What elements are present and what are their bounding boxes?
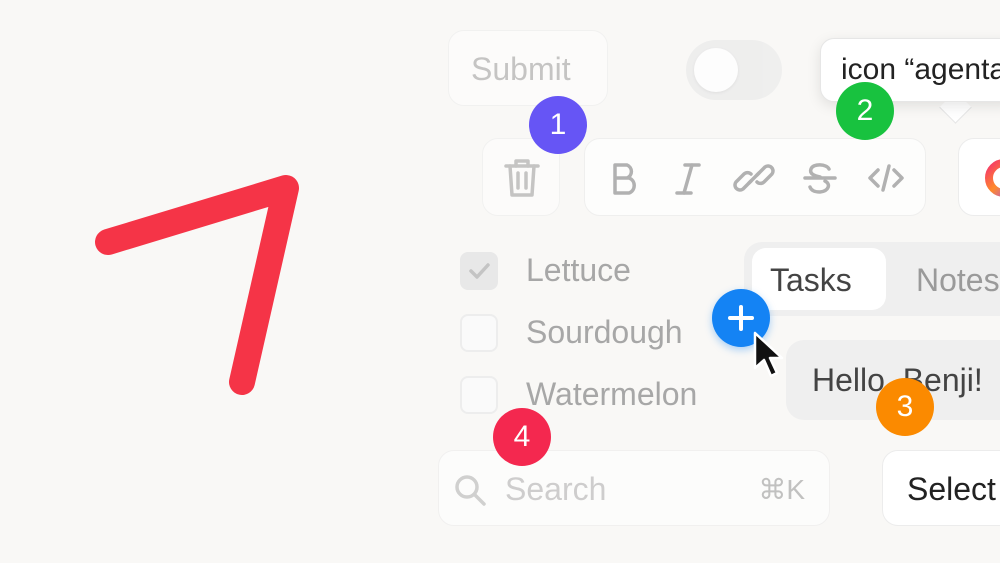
checklist-label: Sourdough <box>526 314 683 350</box>
check-icon <box>469 263 490 279</box>
checkbox[interactable] <box>460 376 498 414</box>
agent-logo-mark <box>95 175 299 395</box>
code-icon[interactable] <box>865 157 907 199</box>
step-badge-2: 2 <box>836 82 894 140</box>
strikethrough-icon[interactable] <box>799 157 841 199</box>
select-dropdown[interactable]: Select <box>882 450 1000 526</box>
checkbox-checked[interactable] <box>460 252 498 290</box>
toggle-switch[interactable] <box>686 40 782 100</box>
toggle-knob <box>694 48 738 92</box>
tab-notes-label: Notes <box>916 262 1000 298</box>
app-icon-button[interactable] <box>958 138 1000 216</box>
keyboard-shortcut: ⌘K <box>758 474 805 505</box>
tab-bar: Tasks Notes <box>744 242 1000 316</box>
select-value: Select <box>907 471 996 507</box>
checklist-label: Watermelon <box>526 376 698 412</box>
submit-button[interactable]: Submit <box>448 30 608 106</box>
search-input[interactable]: Search ⌘K <box>438 450 830 526</box>
checkbox[interactable] <box>460 314 498 352</box>
link-icon[interactable] <box>733 157 775 199</box>
tab-tasks[interactable]: Tasks <box>752 248 886 310</box>
search-icon <box>455 475 486 506</box>
checklist-label: Lettuce <box>526 252 631 288</box>
trash-icon <box>504 159 540 197</box>
step-badge-3: 3 <box>876 378 934 436</box>
step-badge-4: 4 <box>493 408 551 466</box>
step-badge-1: 1 <box>529 96 587 154</box>
submit-button-label: Submit <box>471 51 571 87</box>
bold-icon[interactable] <box>603 157 645 199</box>
gradient-ring-app-icon <box>985 159 1000 197</box>
search-placeholder: Search <box>505 471 607 507</box>
tab-tasks-label: Tasks <box>770 262 852 298</box>
formatting-toolbar <box>584 138 926 216</box>
italic-icon[interactable] <box>667 157 709 199</box>
mouse-cursor-icon <box>753 331 784 378</box>
